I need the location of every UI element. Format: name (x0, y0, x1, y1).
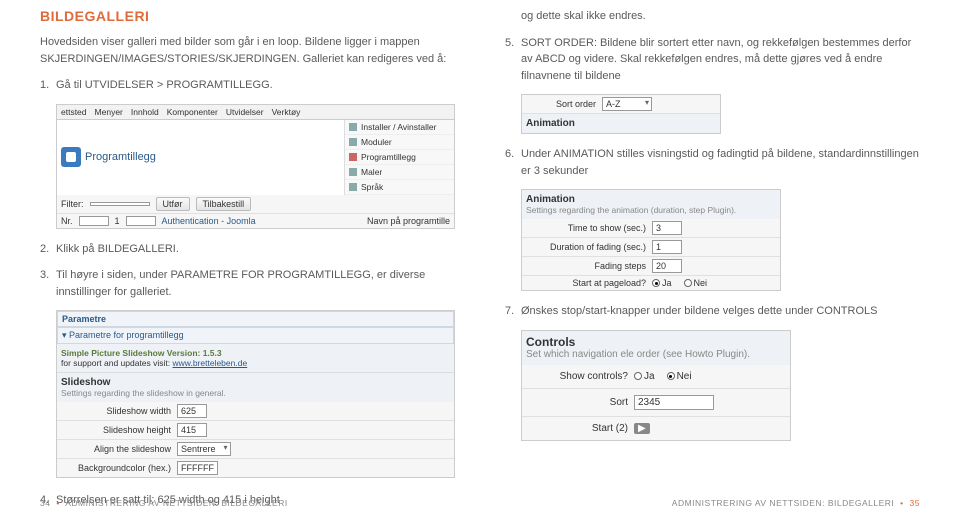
radio-ja[interactable]: Ja (634, 371, 655, 382)
step-5: 5. SORT ORDER: Bildene blir sortert ette… (505, 35, 920, 85)
col-header: Navn på programtille (367, 216, 450, 226)
step-7: 7. Ønskes stop/start-knapper under bilde… (505, 303, 920, 320)
filter-input[interactable] (90, 202, 150, 206)
fade-duration-label: Duration of fading (sec.) (526, 242, 646, 252)
fade-steps-input[interactable]: 20 (652, 259, 682, 273)
slideshow-section-title: Slideshow (61, 377, 450, 388)
support-line: for support and updates visit: www.brett… (61, 358, 450, 368)
screenshot-animation: Animation Settings regarding the animati… (521, 189, 781, 291)
screenshot-parameters: Parametre ▾ Parametre for programtillegg… (56, 310, 455, 478)
time-show-label: Time to show (sec.) (526, 223, 646, 233)
animation-section-title: Animation (526, 118, 575, 129)
params-title: Parametre (57, 311, 454, 327)
col-header: Nr. (61, 216, 73, 226)
submenu-item[interactable]: Programtillegg (345, 150, 454, 165)
play-icon[interactable]: ▶ (634, 423, 650, 434)
screenshot-extensions-menu: ettsted Menyer Innhold Komponenter Utvid… (56, 104, 455, 229)
page-number-right: 35 (910, 498, 920, 508)
step-2: 2. Klikk på BILDEGALLERI. (40, 241, 455, 258)
submenu-item[interactable]: Moduler (345, 135, 454, 150)
fade-duration-input[interactable]: 1 (652, 240, 682, 254)
step-1: 1. Gå til UTVIDELSER > PROGRAMTILLEGG. (40, 77, 455, 94)
screenshot-controls: Controls Set which navigation ele order … (521, 330, 791, 441)
submenu-item[interactable]: Maler (345, 165, 454, 180)
bg-label: Backgroundcolor (hex.) (61, 463, 171, 473)
height-input[interactable]: 415 (177, 423, 207, 437)
continuation-text: og dette skal ikke endres. (505, 8, 920, 25)
height-label: Slideshow height (61, 425, 171, 435)
plugin-title: Programtillegg (85, 151, 156, 163)
filter-run-button[interactable]: Utfør (156, 197, 190, 211)
menu-item[interactable]: Innhold (131, 107, 159, 117)
page-number-left: 34 (40, 498, 50, 508)
menu-item[interactable]: ettsted (61, 107, 87, 117)
slideshow-section-desc: Settings regarding the slideshow in gene… (61, 388, 450, 398)
radio-ja[interactable]: Ja (652, 278, 672, 288)
controls-title: Controls (526, 335, 786, 349)
align-select[interactable]: Sentrere (177, 442, 231, 456)
row-link[interactable]: Authentication - Joomla (162, 216, 256, 226)
radio-nei[interactable]: Nei (667, 371, 692, 382)
footer-text-left: ADMINISTRERING AV NETTSIDEN: BILDEGALLER… (65, 498, 288, 508)
animation-desc: Settings regarding the animation (durati… (526, 205, 776, 215)
menu-item[interactable]: Verktøy (272, 107, 301, 117)
step-3: 3. Til høyre i siden, under PARAMETRE FO… (40, 267, 455, 300)
params-sub[interactable]: ▾ Parametre for programtillegg (57, 327, 454, 344)
sort-order-label: Sort order (526, 99, 596, 109)
footer-text-right: ADMINISTRERING AV NETTSIDEN: BILDEGALLER… (672, 498, 895, 508)
menu-item[interactable]: Komponenter (167, 107, 218, 117)
screenshot-sort-order: Sort order A-Z Animation (521, 94, 721, 134)
step-6: 6. Under ANIMATION stilles visningstid o… (505, 146, 920, 179)
radio-nei[interactable]: Nei (684, 278, 708, 288)
fade-steps-label: Fading steps (526, 261, 646, 271)
bg-input[interactable]: FFFFFF (177, 461, 218, 475)
sort-order-select[interactable]: A-Z (602, 97, 652, 111)
start-pageload-label: Start at pageload? (526, 278, 646, 288)
support-link[interactable]: www.bretteleben.de (173, 358, 248, 368)
page-footer: 34 • ADMINISTRERING AV NETTSIDEN: BILDEG… (0, 498, 960, 508)
time-show-input[interactable]: 3 (652, 221, 682, 235)
submenu-item[interactable]: Installer / Avinstaller (345, 120, 454, 135)
checkbox[interactable] (126, 216, 156, 226)
submenu-item[interactable]: Språk (345, 180, 454, 195)
filter-label: Filter: (61, 199, 84, 209)
show-controls-label: Show controls? (528, 371, 628, 382)
filter-reset-button[interactable]: Tilbakestill (196, 197, 252, 211)
controls-desc: Set which navigation ele order (see Howt… (526, 349, 786, 361)
width-input[interactable]: 625 (177, 404, 207, 418)
page-title: BILDEGALLERI (40, 8, 455, 24)
menu-item[interactable]: Menyer (95, 107, 123, 117)
checkbox[interactable] (79, 216, 109, 226)
sort-controls-label: Sort (528, 397, 628, 408)
plugin-icon (61, 147, 81, 167)
version-line: Simple Picture Slideshow Version: 1.5.3 (61, 348, 450, 358)
sort-controls-input[interactable]: 2345 (634, 395, 714, 410)
menu-item[interactable]: Utvidelser (226, 107, 264, 117)
width-label: Slideshow width (61, 406, 171, 416)
align-label: Align the slideshow (61, 444, 171, 454)
animation-title: Animation (526, 194, 776, 205)
intro-paragraph: Hovedsiden viser galleri med bilder som … (40, 34, 455, 67)
start2-label: Start (2) (528, 423, 628, 434)
